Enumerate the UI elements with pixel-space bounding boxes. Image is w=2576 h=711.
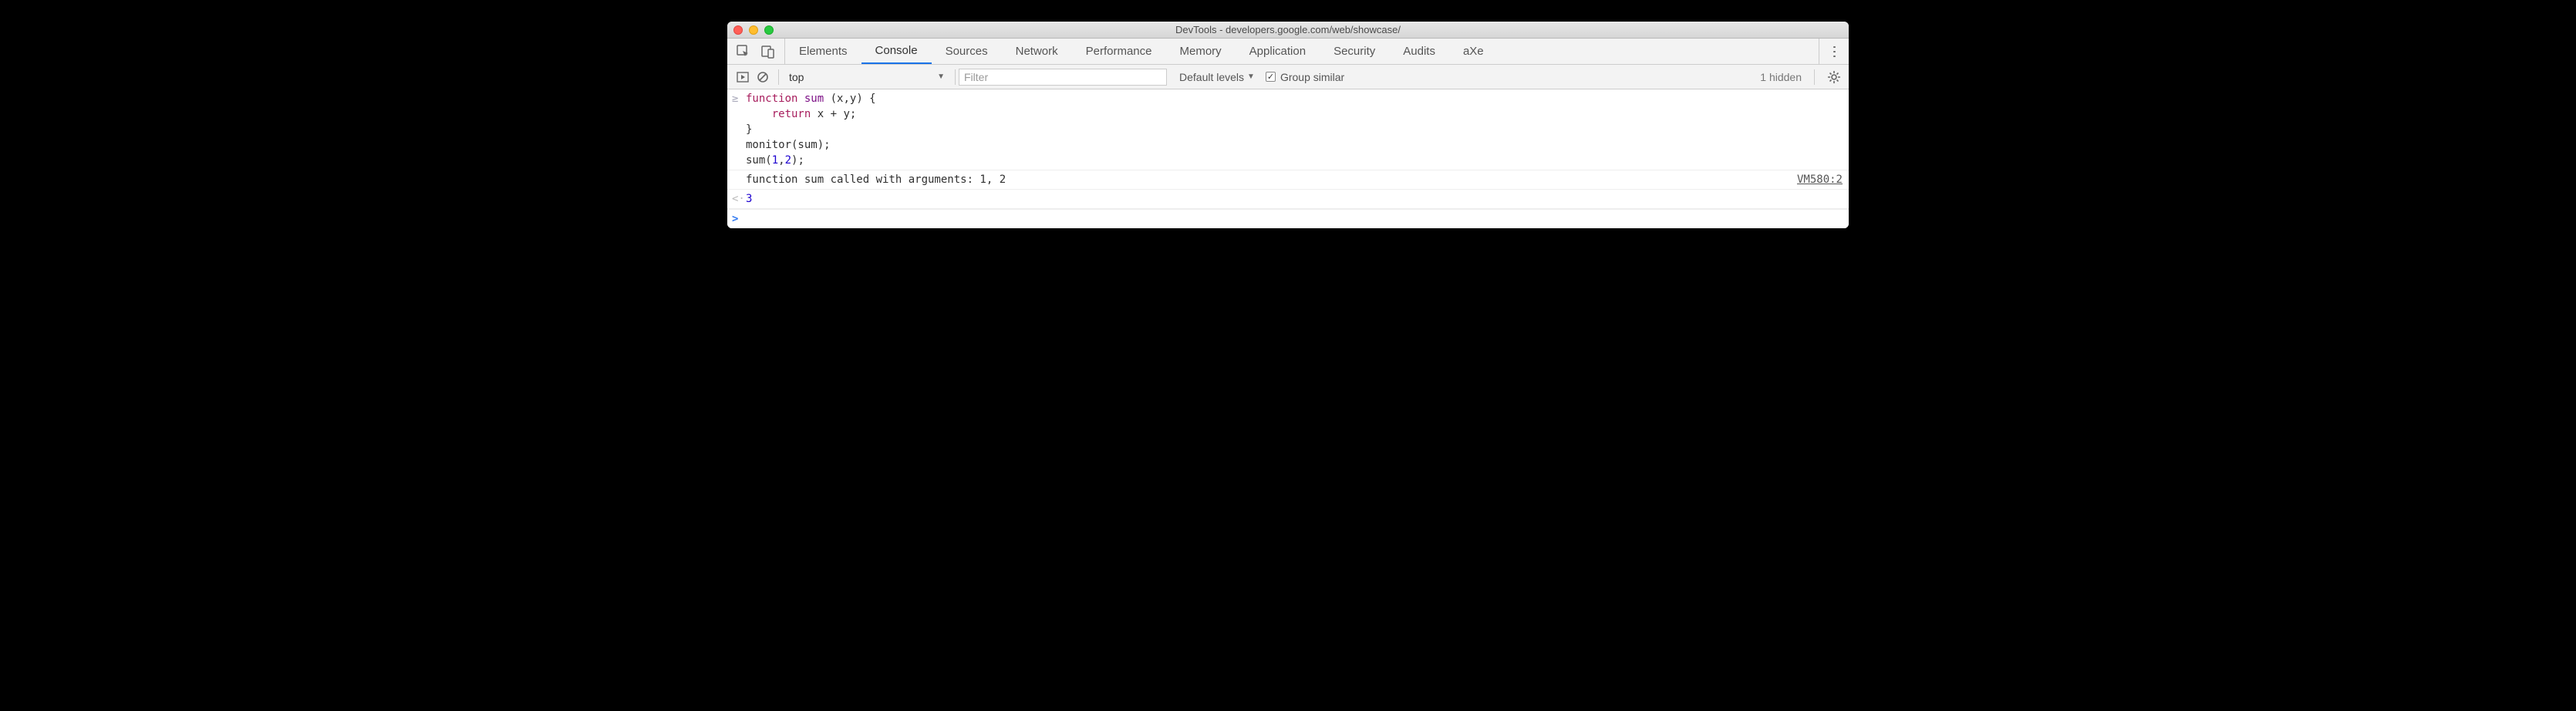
- console-prompt-row[interactable]: >: [727, 209, 1849, 228]
- log-levels-label: Default levels: [1179, 71, 1244, 83]
- console-log-row: function sum called with arguments: 1, 2…: [727, 170, 1849, 190]
- tab-sources[interactable]: Sources: [932, 39, 1002, 64]
- hidden-count[interactable]: 1 hidden: [1760, 71, 1802, 83]
- tab-audits[interactable]: Audits: [1389, 39, 1449, 64]
- minimize-icon[interactable]: [749, 25, 758, 35]
- filter-input[interactable]: Filter: [959, 69, 1167, 86]
- sidebar-toggle-icon[interactable]: [737, 71, 749, 83]
- context-value: top: [789, 71, 804, 83]
- tab-memory[interactable]: Memory: [1166, 39, 1236, 64]
- tab-security[interactable]: Security: [1320, 39, 1389, 64]
- panel-tabs: Elements Console Sources Network Perform…: [785, 39, 1498, 64]
- chevron-down-icon: ▼: [1247, 72, 1255, 81]
- tab-performance[interactable]: Performance: [1072, 39, 1166, 64]
- devtools-window: DevTools - developers.google.com/web/sho…: [727, 22, 1849, 228]
- tab-network[interactable]: Network: [1002, 39, 1072, 64]
- input-prompt-icon: ≥: [732, 93, 738, 105]
- tab-axe[interactable]: aXe: [1449, 39, 1498, 64]
- console-prompt-input[interactable]: [746, 211, 752, 227]
- chevron-down-icon: ▼: [937, 72, 945, 81]
- gear-icon[interactable]: [1827, 70, 1841, 84]
- group-similar-checkbox[interactable]: ✓: [1266, 72, 1276, 82]
- tab-application[interactable]: Application: [1236, 39, 1320, 64]
- console-input-row: ≥ function sum (x,y) { return x + y; } m…: [727, 89, 1849, 170]
- window-title: DevTools - developers.google.com/web/sho…: [727, 24, 1849, 35]
- console-log-source-link[interactable]: VM580:2: [1782, 172, 1843, 187]
- console-input-code[interactable]: function sum (x,y) { return x + y; } mon…: [746, 91, 876, 168]
- inspect-icon[interactable]: [737, 45, 750, 59]
- context-selector[interactable]: top ▼: [782, 68, 952, 86]
- console-result-value: 3: [746, 191, 752, 207]
- close-icon[interactable]: [733, 25, 743, 35]
- log-levels-selector[interactable]: Default levels ▼: [1175, 71, 1259, 83]
- panel-tabbar: Elements Console Sources Network Perform…: [727, 39, 1849, 65]
- filter-placeholder: Filter: [964, 71, 988, 83]
- console-toolbar: top ▼ Filter Default levels ▼ ✓ Group si…: [727, 65, 1849, 89]
- clear-console-icon[interactable]: [757, 71, 769, 83]
- group-similar-label: Group similar: [1280, 71, 1344, 83]
- titlebar: DevTools - developers.google.com/web/sho…: [727, 22, 1849, 39]
- tab-elements[interactable]: Elements: [785, 39, 861, 64]
- device-toggle-icon[interactable]: [761, 45, 775, 59]
- window-controls: [733, 25, 774, 35]
- maximize-icon[interactable]: [764, 25, 774, 35]
- more-icon[interactable]: [1827, 45, 1841, 59]
- tabbar-tools: [727, 39, 785, 64]
- output-prompt-icon: <·: [732, 193, 745, 205]
- tabbar-overflow: [1819, 39, 1849, 64]
- console-log-message: function sum called with arguments: 1, 2: [746, 172, 1006, 187]
- tab-console[interactable]: Console: [861, 39, 932, 64]
- console-result-row: <· 3: [727, 190, 1849, 209]
- console-body: ≥ function sum (x,y) { return x + y; } m…: [727, 89, 1849, 228]
- prompt-chevron-icon: >: [732, 211, 746, 227]
